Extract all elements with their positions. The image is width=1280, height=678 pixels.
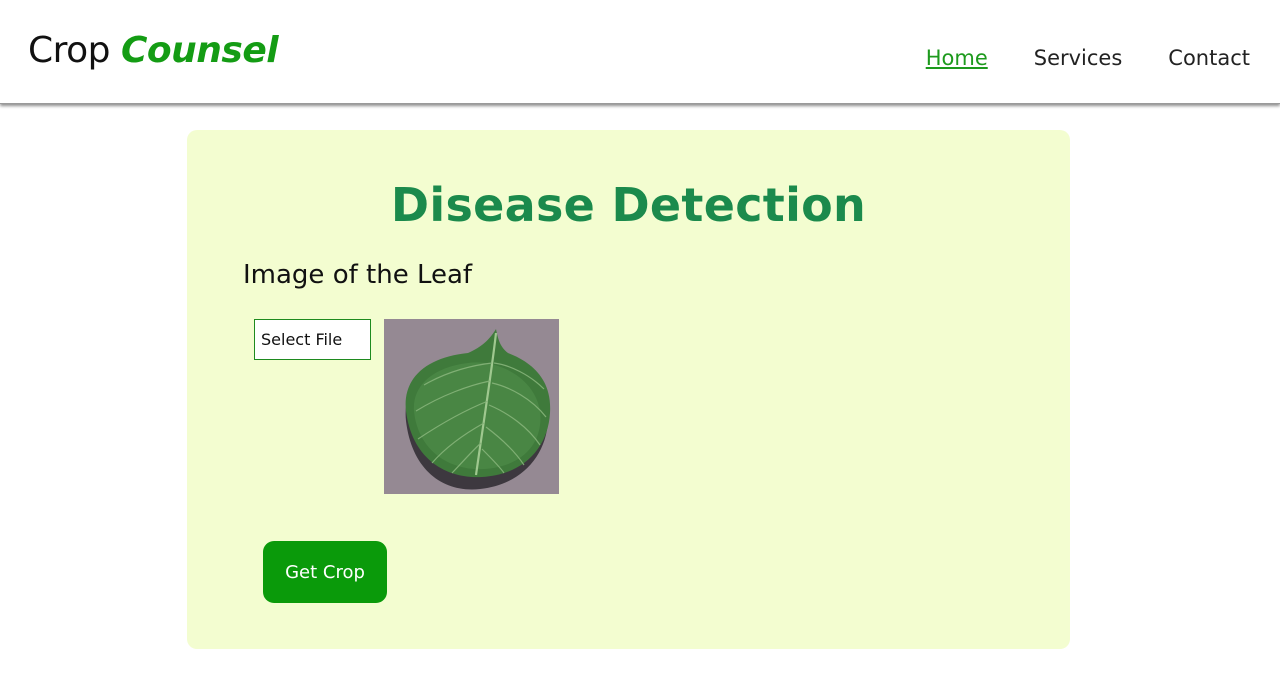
page-title: Disease Detection xyxy=(390,178,867,232)
nav-link-services[interactable]: Services xyxy=(1034,46,1123,70)
logo-primary-text: Crop xyxy=(28,30,111,71)
site-logo[interactable]: Crop Counsel xyxy=(28,30,279,71)
site-header: Crop Counsel Home Services Contact xyxy=(0,0,1280,104)
select-file-button[interactable]: Select File xyxy=(254,319,371,360)
leaf-image-label: Image of the Leaf xyxy=(243,260,473,290)
nav-link-home[interactable]: Home xyxy=(926,46,988,70)
get-crop-button[interactable]: Get Crop xyxy=(263,541,387,603)
main-nav: Home Services Contact xyxy=(926,46,1250,70)
leaf-image-preview xyxy=(384,319,559,494)
nav-link-contact[interactable]: Contact xyxy=(1168,46,1250,70)
logo-accent-text: Counsel xyxy=(120,30,279,71)
disease-detection-card: Disease Detection Image of the Leaf Sele… xyxy=(187,130,1070,649)
